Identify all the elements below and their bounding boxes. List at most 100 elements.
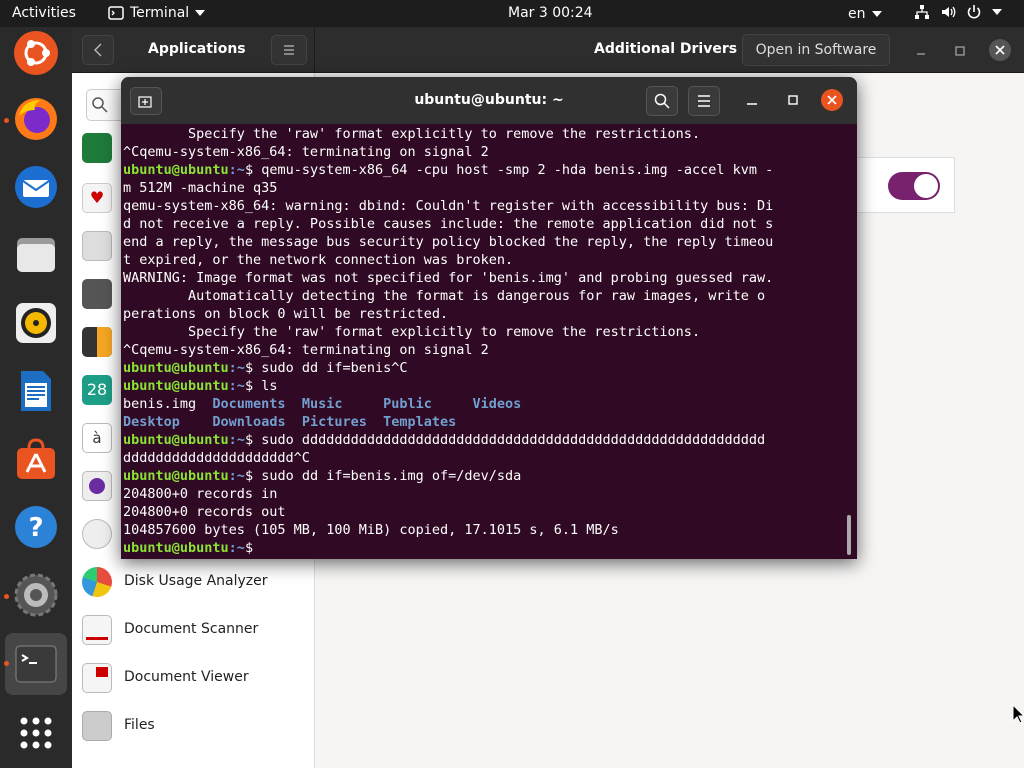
terminal-line: 204800+0 records out (123, 503, 845, 521)
terminal-line: ubuntu@ubuntu:~$ sudo dddddddddddddddddd… (123, 431, 845, 449)
directory-entry: Documents (212, 396, 286, 412)
prompt-user: ubuntu@ubuntu (123, 540, 229, 556)
terminal-line: Automatically detecting the format is da… (123, 287, 845, 305)
line-text: $ (244, 540, 262, 556)
system-menu[interactable] (914, 4, 1002, 20)
terminal-search-button[interactable] (646, 86, 678, 116)
minimize-button[interactable] (911, 41, 931, 61)
dock-settings[interactable] (10, 569, 62, 621)
line-text: t expired, or the network connection was… (123, 252, 514, 268)
terminal-line: ddddddddddddddddddddd^C (123, 449, 845, 467)
terminal-line: Specify the 'raw' format explicitly to r… (123, 125, 845, 143)
file-entry (342, 396, 383, 412)
dock-rhythmbox[interactable] (10, 297, 62, 349)
prompt-user: ubuntu@ubuntu (123, 432, 229, 448)
prompt-user: ubuntu@ubuntu (123, 378, 229, 394)
top-bar: Activities Terminal Mar 3 00:24 en (0, 0, 1024, 27)
file-entry (286, 414, 302, 430)
scrollbar-thumb[interactable] (847, 515, 851, 555)
close-button[interactable] (989, 39, 1011, 61)
cards-game-icon[interactable]: ♥ (82, 183, 112, 213)
minimize-icon (747, 103, 757, 105)
tool-icon[interactable] (82, 231, 112, 261)
software-header: Applications Additional Drivers Open in … (72, 27, 1024, 73)
dock-ubuntu-software[interactable] (10, 433, 62, 485)
terminal-menu-button[interactable] (688, 86, 720, 116)
terminal-line: ^Cqemu-system-x86_64: terminating on sig… (123, 341, 845, 359)
list-item[interactable]: Files (124, 717, 155, 733)
list-item[interactable]: Disk Usage Analyzer (124, 573, 268, 589)
maximize-button[interactable] (950, 41, 970, 61)
list-item[interactable]: Document Viewer (124, 669, 249, 685)
calendar-icon[interactable]: 28 (82, 375, 112, 405)
dock-help[interactable]: ? (10, 501, 62, 553)
close-icon (995, 45, 1005, 55)
menu-button[interactable] (271, 35, 307, 65)
dock-terminal[interactable] (10, 638, 62, 690)
activities-button[interactable]: Activities (12, 5, 76, 21)
terminal-line: Specify the 'raw' format explicitly to r… (123, 323, 845, 341)
dock-writer[interactable] (10, 365, 62, 417)
file-entry: benis.img (123, 396, 213, 412)
grid-icon (20, 717, 52, 749)
directory-entry: Downloads (212, 414, 286, 430)
show-applications-button[interactable] (10, 707, 62, 759)
maximize-button[interactable] (783, 90, 803, 110)
terminal-line: benis.img Documents Music Public Videos (123, 395, 845, 413)
dock-firefox[interactable] (10, 93, 62, 145)
app-menu[interactable]: Terminal (108, 5, 206, 21)
board-chip-icon[interactable] (82, 133, 112, 163)
open-in-software-button[interactable]: Open in Software (742, 34, 890, 66)
line-text: 204800+0 records out (123, 504, 286, 520)
webcam-icon[interactable] (82, 279, 112, 309)
directory-entry: Pictures (301, 414, 367, 430)
header-divider (314, 27, 315, 73)
line-text: $ sudo ddddddddddddddddddddddddddddddddd… (244, 432, 766, 448)
minimize-button[interactable] (742, 90, 762, 110)
file-entry (286, 396, 302, 412)
disk-usage-icon[interactable] (82, 567, 112, 597)
chat-icon[interactable] (82, 519, 112, 549)
close-icon (827, 95, 837, 105)
ubuntu-logo-icon (14, 31, 58, 75)
character-map-icon[interactable]: à (82, 423, 112, 453)
document-viewer-icon[interactable] (82, 663, 112, 693)
line-text: $ sudo dd if=benis^C (244, 360, 408, 376)
page-title: Additional Drivers (594, 41, 738, 57)
files-icon[interactable] (82, 711, 112, 741)
clock[interactable]: Mar 3 00:24 (508, 5, 593, 21)
terminal-window: ubuntu@ubuntu: ~ Specify the 'raw' forma… (121, 77, 857, 559)
document-scanner-icon[interactable] (82, 615, 112, 645)
search-input[interactable] (86, 89, 126, 121)
line-text: Specify the 'raw' format explicitly to r… (123, 126, 701, 142)
terminal-icon (108, 6, 124, 20)
cheese-camera-icon[interactable] (82, 471, 112, 501)
firefox-icon (15, 98, 57, 140)
line-text: perations on block 0 will be restricted. (123, 306, 449, 322)
calculator-icon[interactable] (82, 327, 112, 357)
thunderbird-icon (15, 166, 57, 208)
list-item[interactable]: Document Scanner (124, 621, 258, 637)
software-bag-icon (17, 438, 55, 479)
running-indicator (4, 594, 9, 599)
dock-files[interactable] (10, 229, 62, 281)
dock-ubuntu[interactable] (10, 27, 62, 79)
line-text: Automatically detecting the format is da… (123, 288, 766, 304)
dock-thunderbird[interactable] (10, 161, 62, 213)
prompt-path: :~ (228, 540, 245, 556)
app-menu-label: Terminal (130, 5, 190, 21)
chevron-down-icon (871, 11, 882, 17)
maximize-icon (788, 95, 798, 105)
input-source-menu[interactable]: en (848, 6, 882, 22)
settings-gear-icon (14, 573, 58, 617)
back-button[interactable] (82, 35, 114, 65)
terminal-line: m 512M -machine q35 (123, 179, 845, 197)
terminal-output[interactable]: Specify the 'raw' format explicitly to r… (123, 125, 845, 559)
close-button[interactable] (821, 89, 843, 111)
chevron-down-icon (992, 9, 1002, 15)
driver-toggle[interactable] (888, 172, 940, 200)
hamburger-icon (698, 95, 710, 107)
power-icon (967, 5, 981, 19)
hamburger-icon (284, 45, 294, 55)
writer-icon (21, 371, 51, 411)
